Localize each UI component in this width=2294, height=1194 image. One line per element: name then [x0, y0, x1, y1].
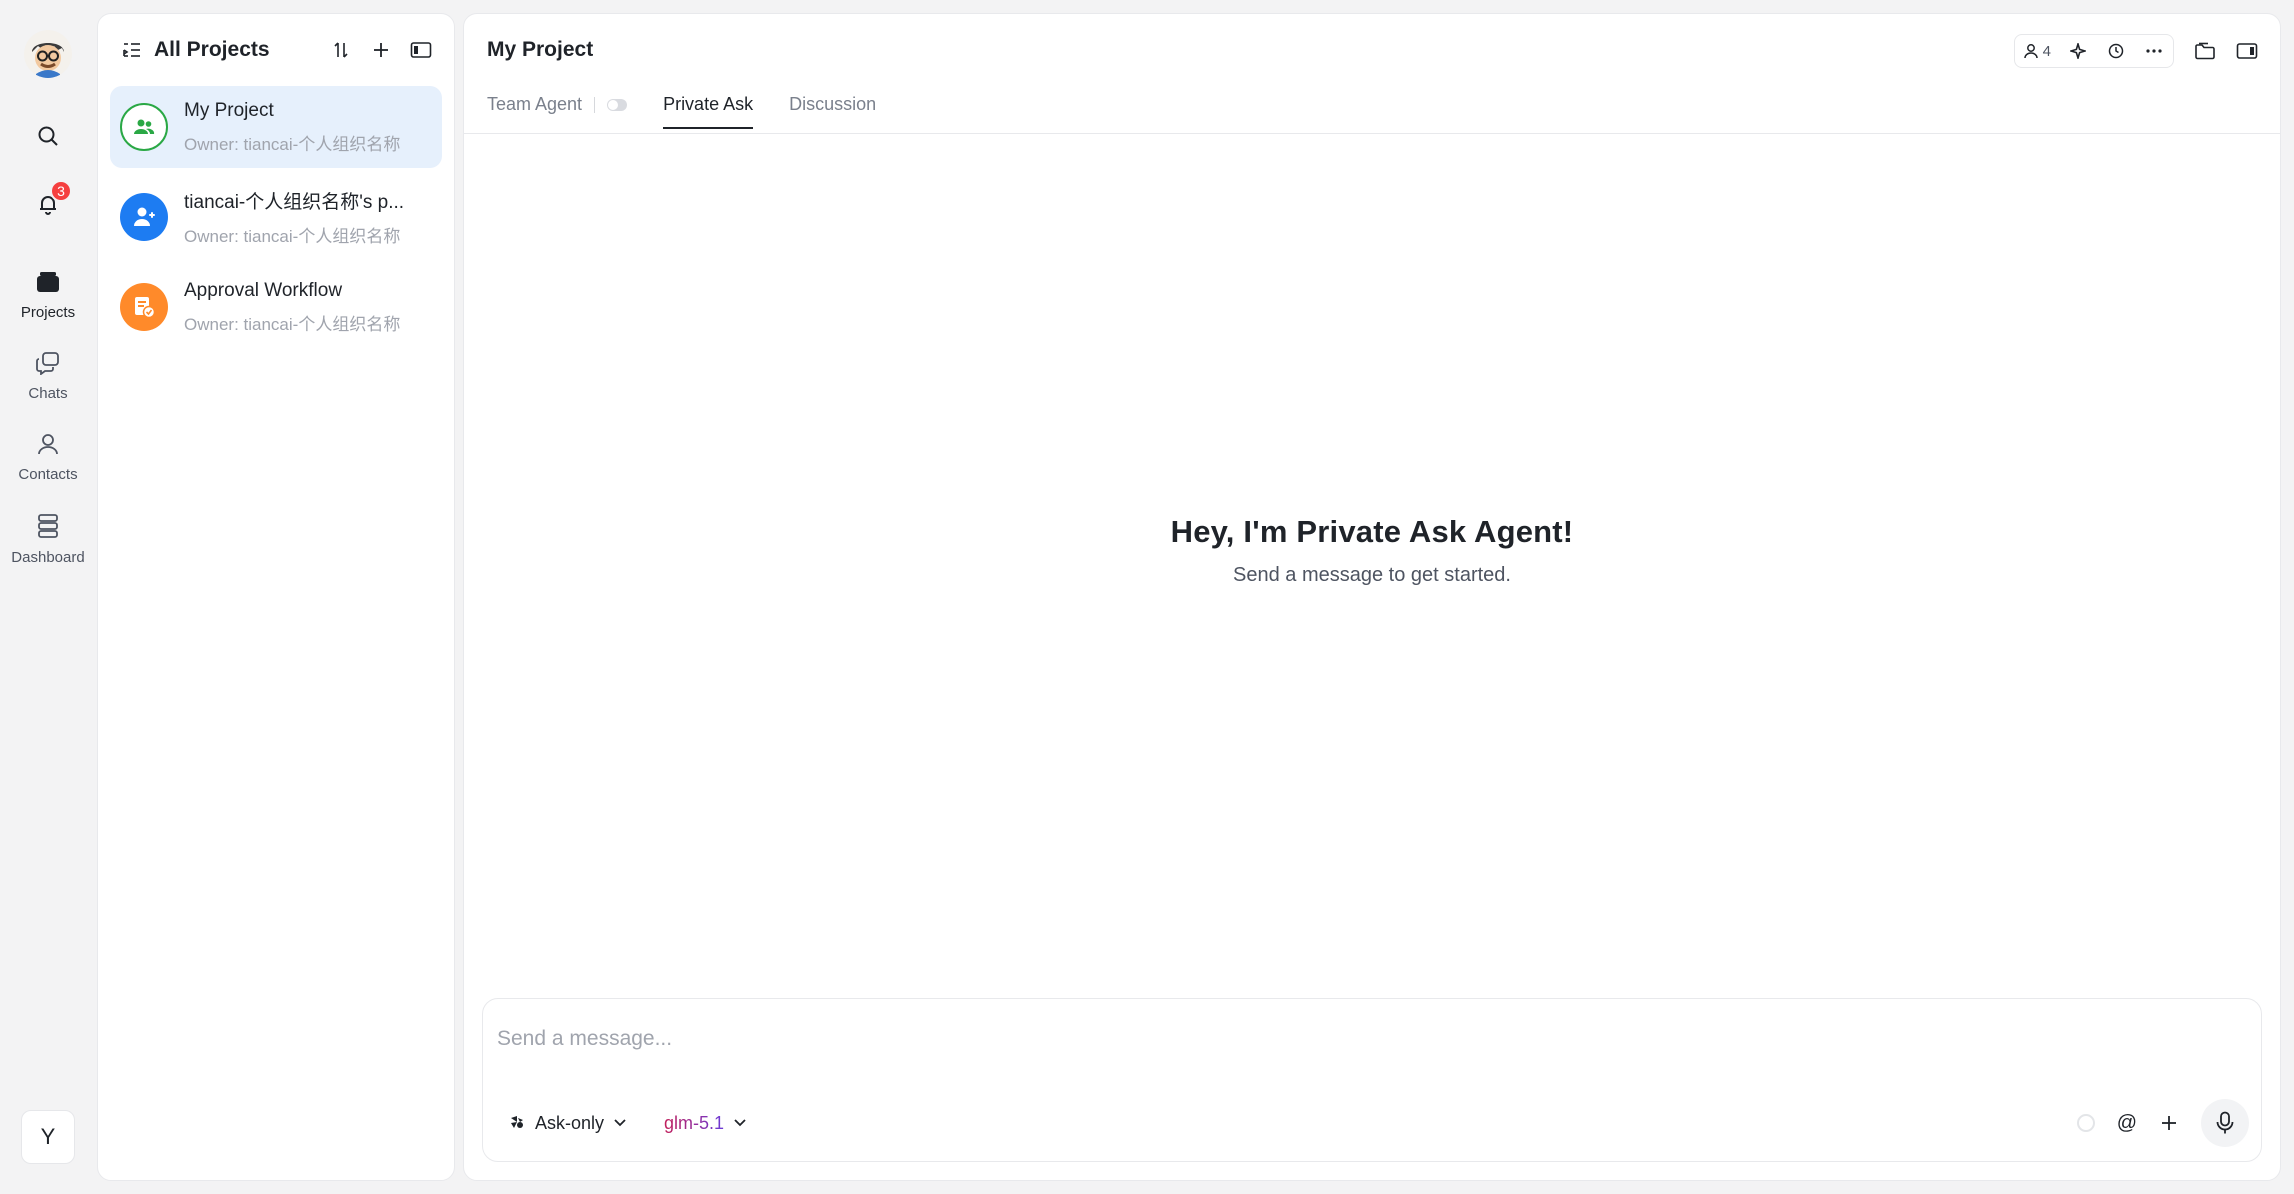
- toggle-right-panel-button[interactable]: [2236, 40, 2258, 62]
- main-panel: My Project 4 Team Agent Private Ask Disc…: [463, 13, 2281, 1181]
- more-button[interactable]: [2143, 40, 2165, 62]
- person-icon: [2023, 43, 2039, 59]
- search-icon: [36, 124, 60, 148]
- tab-discussion[interactable]: Discussion: [789, 94, 876, 127]
- nav-dashboard[interactable]: Dashboard: [3, 513, 93, 566]
- loading-ring-icon: [2076, 1114, 2095, 1132]
- clock-icon: [2108, 43, 2124, 59]
- message-composer: Ask-only glm-5.1 @: [482, 998, 2262, 1162]
- project-name: My Project: [184, 99, 274, 121]
- model-selector[interactable]: glm-5.1: [664, 1113, 746, 1134]
- member-count: 4: [2042, 42, 2051, 60]
- notifications-button[interactable]: 3: [26, 180, 72, 226]
- team-agent-toggle[interactable]: [607, 99, 628, 111]
- mode-selector[interactable]: Ask-only: [509, 1113, 626, 1134]
- tab-team-agent[interactable]: Team Agent: [487, 94, 582, 127]
- nav-chats[interactable]: Chats: [3, 351, 93, 402]
- main-header: My Project 4 Team Agent Private Ask Disc…: [464, 14, 2280, 134]
- tab-divider: [594, 97, 596, 113]
- folder-icon: [35, 270, 61, 294]
- notification-badge: 3: [50, 180, 72, 202]
- history-button[interactable]: [2105, 40, 2127, 62]
- voice-input-button[interactable]: [2201, 1099, 2249, 1147]
- folder-open-icon: [2194, 42, 2216, 60]
- nav-contacts-label: Contacts: [18, 466, 78, 483]
- empty-state: Hey, I'm Private Ask Agent! Send a messa…: [464, 514, 2280, 587]
- stack-icon: [36, 513, 60, 539]
- project-item-my-project[interactable]: My Project Owner: tiancai-个人组织名称: [110, 86, 442, 168]
- chevron-down-icon: [614, 1119, 626, 1127]
- project-item-approval-workflow[interactable]: Approval Workflow Owner: tiancai-个人组织名称: [110, 266, 442, 348]
- members-button[interactable]: 4: [2023, 43, 2051, 60]
- nav-chats-label: Chats: [28, 385, 68, 402]
- chevron-down-icon: [734, 1119, 746, 1127]
- nav-dashboard-label: Dashboard: [11, 549, 85, 566]
- approval-doc-icon: [120, 283, 168, 331]
- nav-contacts[interactable]: Contacts: [3, 432, 93, 483]
- project-owner: Owner: tiancai-个人组织名称: [184, 134, 401, 154]
- projects-header: All Projects: [98, 14, 454, 86]
- page-title: My Project: [487, 38, 594, 61]
- list-filter-icon[interactable]: [122, 41, 142, 59]
- project-name: tiancai-个人组织名称's p...: [184, 192, 405, 213]
- projects-panel: All Projects My Project Owner: tiancai-个…: [97, 13, 455, 1181]
- ai-sparkle-button[interactable]: [2067, 40, 2089, 62]
- tabs: Team Agent Private Ask Discussion: [487, 94, 876, 134]
- project-owner: Owner: tiancai-个人组织名称: [184, 227, 401, 246]
- sidebar-right-icon: [2236, 42, 2258, 60]
- project-name: Approval Workflow: [184, 279, 343, 301]
- add-project-icon[interactable]: [370, 39, 392, 61]
- add-user-icon: [120, 193, 168, 241]
- user-menu-button[interactable]: Y: [21, 1110, 75, 1164]
- left-rail: 3 Projects Chats Contacts Dashboard Y: [0, 0, 96, 1194]
- project-list: My Project Owner: tiancai-个人组织名称 tiancai…: [98, 86, 454, 348]
- more-icon: [2145, 49, 2163, 53]
- person-icon: [36, 432, 60, 456]
- chat-bubbles-icon: [35, 351, 61, 375]
- microphone-icon: [2216, 1111, 2234, 1135]
- collapse-panel-icon[interactable]: [410, 39, 432, 61]
- project-toolbar: 4: [2013, 34, 2174, 68]
- message-input[interactable]: [497, 1019, 1897, 1059]
- search-button[interactable]: [26, 114, 70, 158]
- sort-icon[interactable]: [330, 39, 352, 61]
- mention-button[interactable]: @: [2117, 1112, 2137, 1135]
- project-item-personal[interactable]: tiancai-个人组织名称's p... Owner: tiancai-个人组…: [110, 176, 442, 258]
- nav-projects[interactable]: Projects: [3, 270, 93, 321]
- team-icon: [120, 103, 168, 151]
- avatar[interactable]: [24, 30, 72, 78]
- tab-private-ask[interactable]: Private Ask: [663, 94, 754, 129]
- mode-label: Ask-only: [535, 1112, 605, 1133]
- sparkle-icon: [2070, 43, 2086, 59]
- empty-state-title: Hey, I'm Private Ask Agent!: [1170, 514, 1574, 549]
- attach-plus-button[interactable]: [2159, 1113, 2179, 1133]
- project-owner: Owner: tiancai-个人组织名称: [184, 314, 401, 334]
- files-button[interactable]: [2194, 40, 2216, 62]
- model-label: glm-5.1: [664, 1112, 725, 1133]
- empty-state-subtitle: Send a message to get started.: [1233, 564, 1511, 586]
- projects-title: All Projects: [154, 38, 270, 61]
- rail-nav: Projects Chats Contacts Dashboard: [3, 270, 93, 566]
- nav-projects-label: Projects: [20, 304, 76, 321]
- agent-mode-icon: [509, 1115, 525, 1131]
